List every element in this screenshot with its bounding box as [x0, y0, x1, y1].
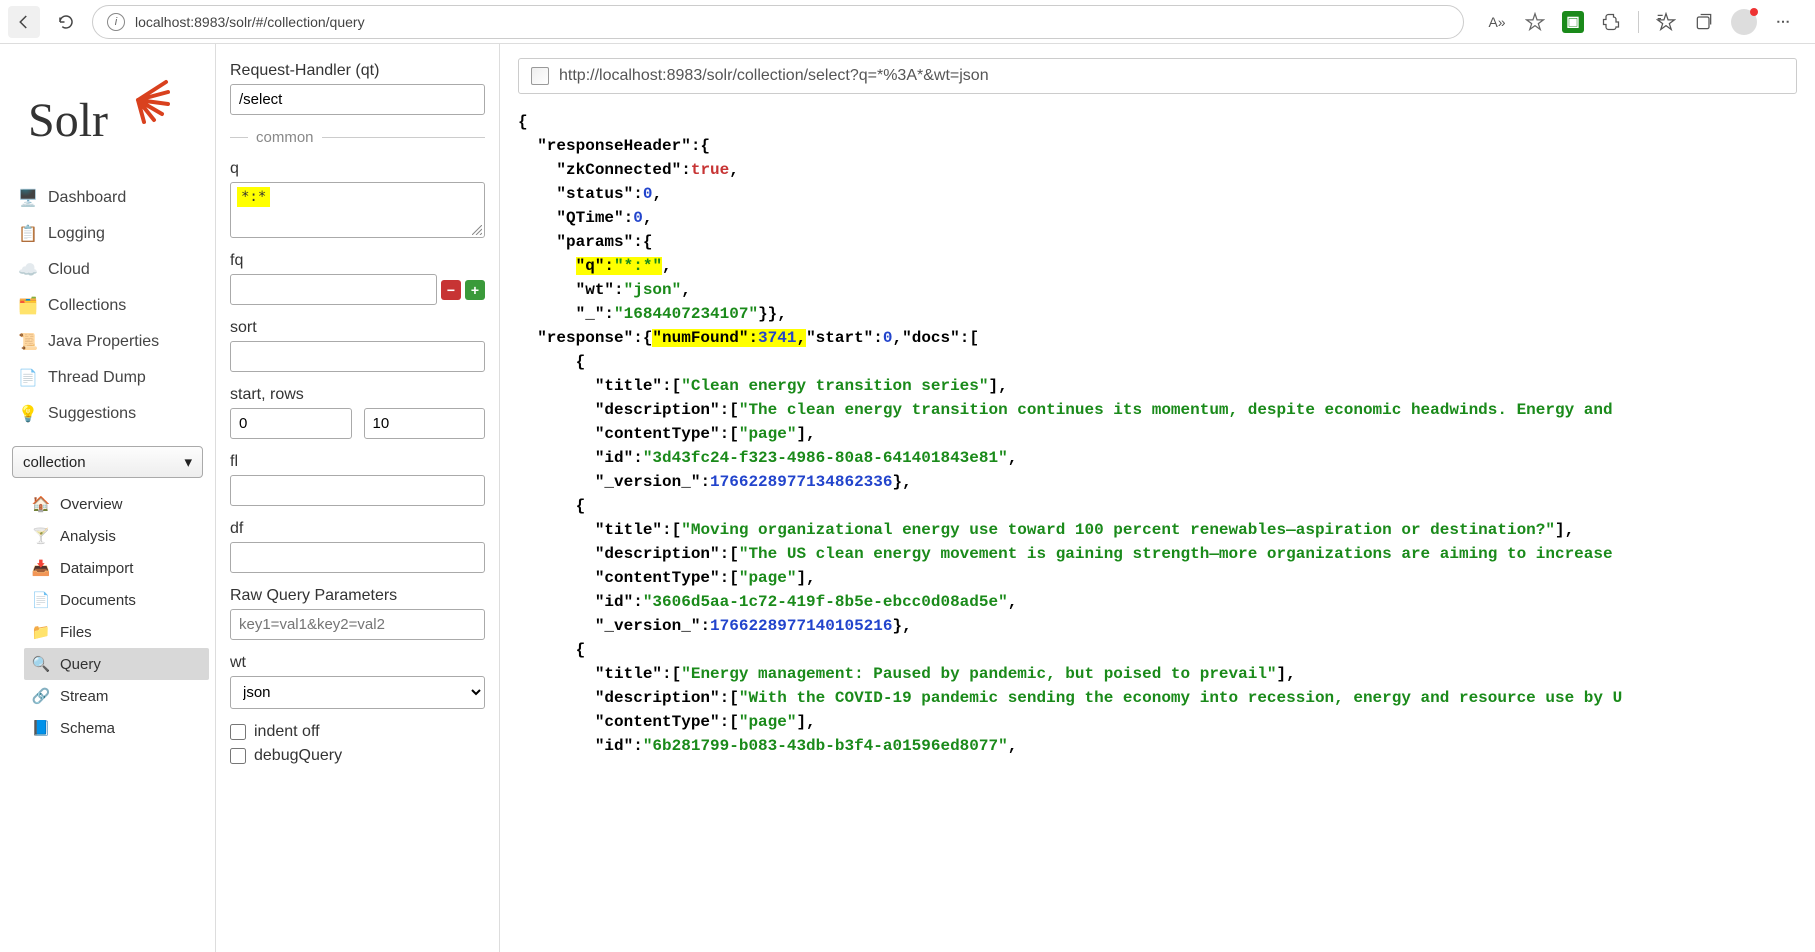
- chevron-down-icon: ▾: [184, 453, 192, 471]
- collections-nav-icon: 🗂️: [18, 296, 38, 316]
- fq-add-button[interactable]: +: [465, 280, 485, 300]
- subnav-documents[interactable]: 📄Documents: [0, 584, 215, 616]
- fl-label: fl: [230, 453, 485, 471]
- collections-icon[interactable]: [1693, 11, 1715, 33]
- request-handler-label: Request-Handler (qt): [230, 62, 485, 80]
- q-label: q: [230, 160, 485, 178]
- debug-label: debugQuery: [254, 747, 342, 765]
- link-icon: [531, 67, 549, 85]
- query-icon: 🔍: [32, 655, 50, 673]
- thread-icon: 📄: [18, 368, 38, 388]
- subnav-analysis[interactable]: 🍸Analysis: [0, 520, 215, 552]
- raw-params-input[interactable]: [230, 609, 485, 640]
- refresh-button[interactable]: [50, 6, 82, 38]
- solr-logo[interactable]: Solr: [0, 64, 215, 180]
- site-info-icon[interactable]: i: [107, 13, 125, 31]
- nav-cloud[interactable]: ☁️Cloud: [0, 252, 215, 288]
- collection-dropdown[interactable]: collection▾: [12, 446, 203, 478]
- indent-label: indent off: [254, 723, 320, 741]
- nav-collections[interactable]: 🗂️Collections: [0, 288, 215, 324]
- extensions-icon[interactable]: [1600, 11, 1622, 33]
- subnav-stream[interactable]: 🔗Stream: [0, 680, 215, 712]
- df-input[interactable]: [230, 542, 485, 573]
- result-url-bar[interactable]: http://localhost:8983/solr/collection/se…: [518, 58, 1797, 94]
- request-handler-input[interactable]: [230, 84, 485, 115]
- more-icon[interactable]: ⋯: [1773, 11, 1795, 33]
- df-label: df: [230, 520, 485, 538]
- start-rows-label: start, rows: [230, 386, 485, 404]
- analysis-icon: 🍸: [32, 527, 50, 545]
- wt-label: wt: [230, 654, 485, 672]
- nav-logging[interactable]: 📋Logging: [0, 216, 215, 252]
- dashboard-icon: 🖥️: [18, 188, 38, 208]
- nav-dashboard[interactable]: 🖥️Dashboard: [0, 180, 215, 216]
- java-icon: 📜: [18, 332, 38, 352]
- resize-handle-icon[interactable]: [472, 225, 482, 235]
- text-size-icon[interactable]: A»: [1486, 11, 1508, 33]
- files-icon: 📁: [32, 623, 50, 641]
- debug-checkbox[interactable]: [230, 748, 246, 764]
- suggestions-icon: 💡: [18, 404, 38, 424]
- common-section-label: common: [230, 129, 485, 146]
- documents-icon: 📄: [32, 591, 50, 609]
- svg-text:Solr: Solr: [28, 94, 108, 147]
- sort-label: sort: [230, 319, 485, 337]
- home-icon: 🏠: [32, 495, 50, 513]
- back-button[interactable]: [8, 6, 40, 38]
- nav-java-properties[interactable]: 📜Java Properties: [0, 324, 215, 360]
- fq-remove-button[interactable]: −: [441, 280, 461, 300]
- ext-icon[interactable]: ▣: [1562, 11, 1584, 33]
- url-text: localhost:8983/solr/#/collection/query: [135, 14, 365, 30]
- rows-input[interactable]: [364, 408, 486, 439]
- sort-input[interactable]: [230, 341, 485, 372]
- fl-input[interactable]: [230, 475, 485, 506]
- wt-select[interactable]: json: [230, 676, 485, 709]
- subnav-dataimport[interactable]: 📥Dataimport: [0, 552, 215, 584]
- subnav-files[interactable]: 📁Files: [0, 616, 215, 648]
- nav-suggestions[interactable]: 💡Suggestions: [0, 396, 215, 432]
- subnav-query[interactable]: 🔍Query: [24, 648, 209, 680]
- stream-icon: 🔗: [32, 687, 50, 705]
- result-url-text: http://localhost:8983/solr/collection/se…: [559, 67, 989, 85]
- raw-params-label: Raw Query Parameters: [230, 587, 485, 605]
- fq-label: fq: [230, 252, 485, 270]
- subnav-schema[interactable]: 📘Schema: [0, 712, 215, 744]
- q-textarea[interactable]: *:*: [237, 187, 270, 207]
- schema-icon: 📘: [32, 719, 50, 737]
- favorite-icon[interactable]: [1524, 11, 1546, 33]
- profile-avatar[interactable]: [1731, 9, 1757, 35]
- logging-icon: 📋: [18, 224, 38, 244]
- nav-thread-dump[interactable]: 📄Thread Dump: [0, 360, 215, 396]
- address-bar[interactable]: i localhost:8983/solr/#/collection/query: [92, 5, 1464, 39]
- fq-input[interactable]: [230, 274, 437, 305]
- subnav-overview[interactable]: 🏠Overview: [0, 488, 215, 520]
- start-input[interactable]: [230, 408, 352, 439]
- cloud-icon: ☁️: [18, 260, 38, 280]
- favorites-list-icon[interactable]: [1655, 11, 1677, 33]
- dataimport-icon: 📥: [32, 559, 50, 577]
- json-response: { "responseHeader":{ "zkConnected":true,…: [518, 110, 1797, 758]
- indent-checkbox[interactable]: [230, 724, 246, 740]
